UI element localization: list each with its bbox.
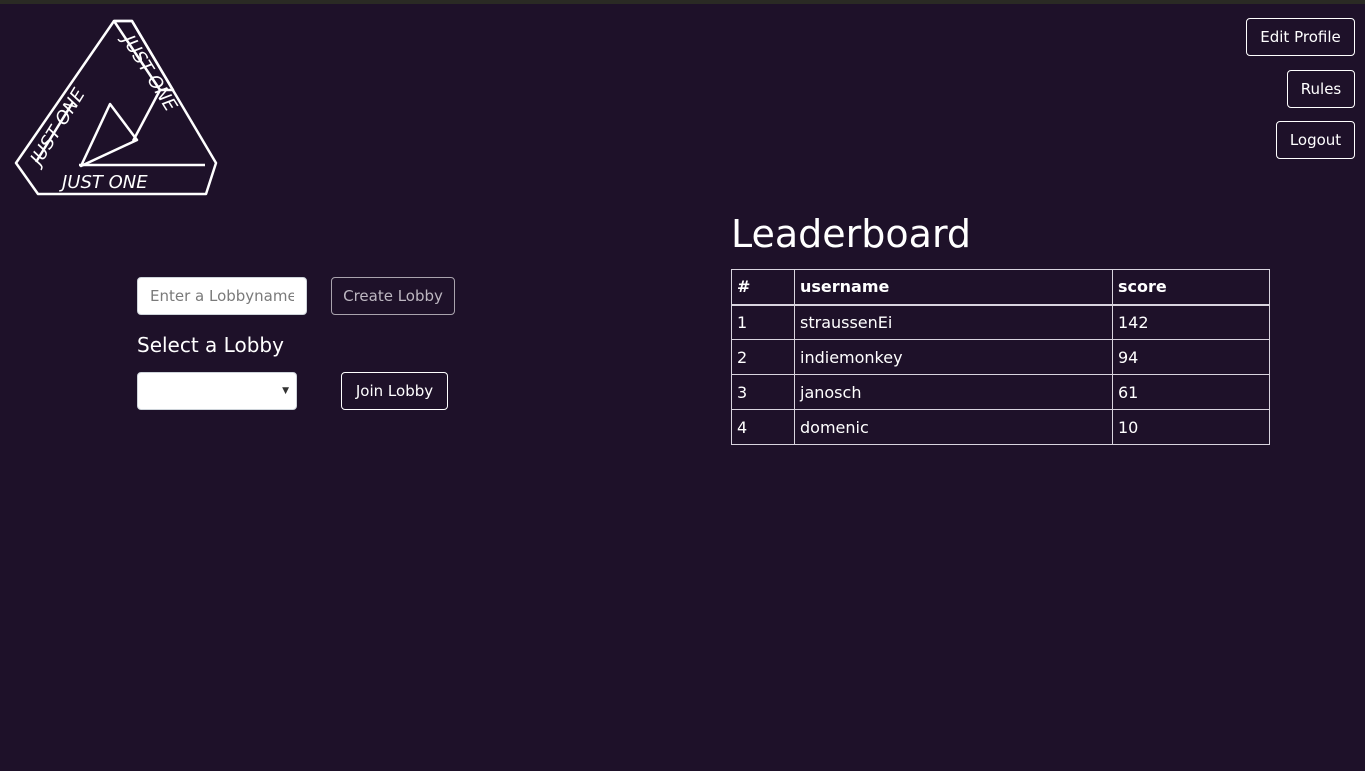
- edit-profile-button[interactable]: Edit Profile: [1246, 18, 1355, 56]
- leaderboard-title: Leaderboard: [731, 212, 972, 256]
- leaderboard-table: # username score 1 straussenEi 142 2 ind…: [731, 269, 1270, 445]
- column-header-rank: #: [731, 269, 795, 306]
- table-row: 4 domenic 10: [731, 409, 1270, 445]
- username-cell: indiemonkey: [794, 339, 1113, 375]
- column-header-score: score: [1112, 269, 1270, 306]
- just-one-logo[interactable]: JUST ONE JUST ONE JUST ONE: [14, 18, 218, 196]
- logo-text-right: JUST ONE: [116, 29, 181, 116]
- logo-text-bottom: JUST ONE: [59, 172, 148, 193]
- score-cell: 142: [1112, 304, 1270, 340]
- table-row: 1 straussenEi 142: [731, 304, 1270, 340]
- score-cell: 94: [1112, 339, 1270, 375]
- table-row: 3 janosch 61: [731, 374, 1270, 410]
- logout-button[interactable]: Logout: [1276, 121, 1355, 159]
- lobby-name-input[interactable]: [137, 277, 307, 315]
- username-cell: straussenEi: [794, 304, 1113, 340]
- table-row: 2 indiemonkey 94: [731, 339, 1270, 375]
- lobby-select-dropdown[interactable]: ▼: [137, 372, 297, 410]
- chevron-down-icon: ▼: [282, 386, 289, 396]
- rank-cell: 2: [731, 339, 795, 375]
- score-cell: 61: [1112, 374, 1270, 410]
- create-lobby-button[interactable]: Create Lobby: [331, 277, 455, 315]
- join-lobby-button[interactable]: Join Lobby: [341, 372, 448, 410]
- table-header-row: # username score: [731, 269, 1270, 306]
- username-cell: domenic: [794, 409, 1113, 445]
- window-top-strip: [0, 0, 1365, 4]
- logo-text-left: JUST ONE: [25, 84, 90, 171]
- rules-button[interactable]: Rules: [1287, 70, 1355, 108]
- select-lobby-heading: Select a Lobby: [137, 333, 284, 357]
- score-cell: 10: [1112, 409, 1270, 445]
- username-cell: janosch: [794, 374, 1113, 410]
- rank-cell: 3: [731, 374, 795, 410]
- rank-cell: 4: [731, 409, 795, 445]
- column-header-username: username: [794, 269, 1113, 306]
- rank-cell: 1: [731, 304, 795, 340]
